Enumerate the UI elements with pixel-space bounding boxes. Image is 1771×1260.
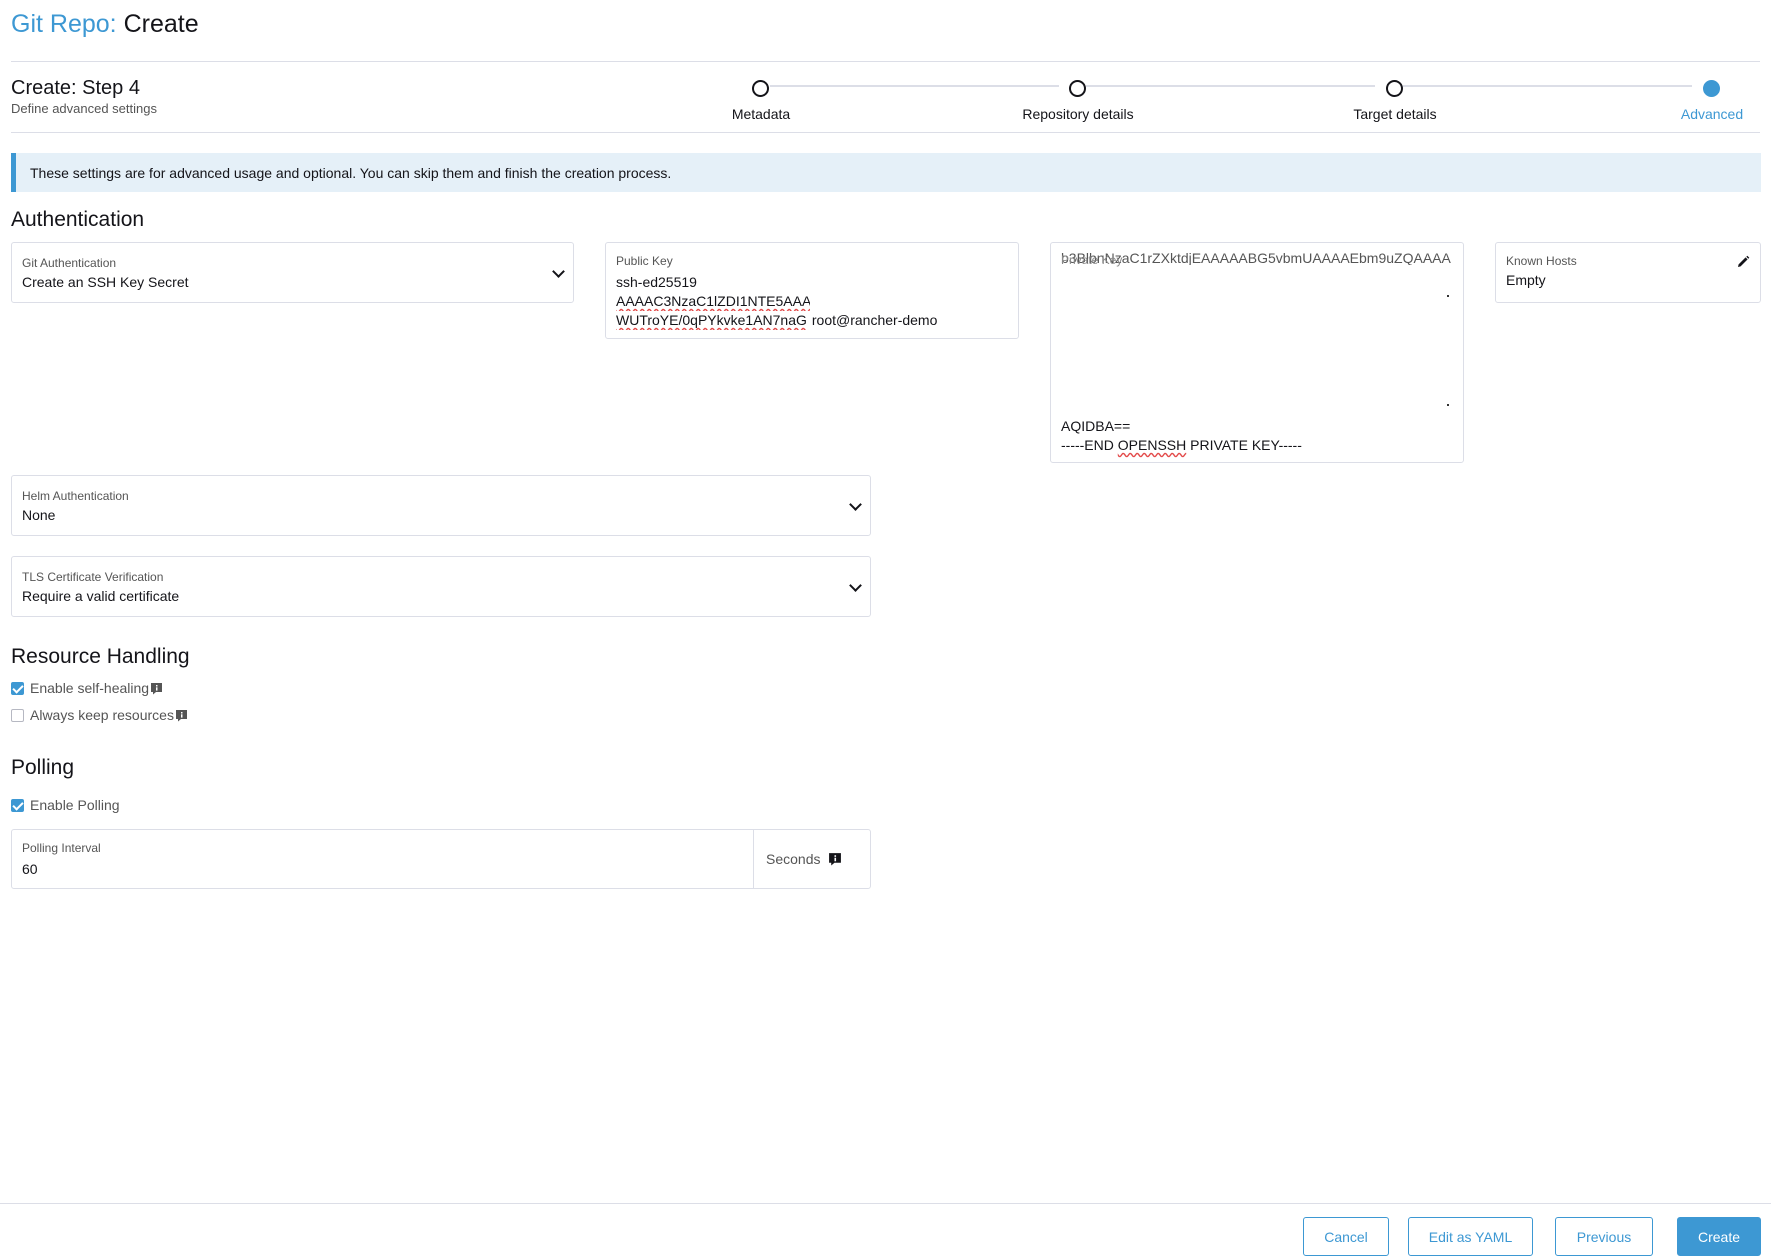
self-healing-checkbox[interactable] <box>11 681 24 695</box>
self-healing-checkbox-row[interactable]: Enable self-healing <box>11 680 163 696</box>
chevron-down-icon <box>849 498 862 511</box>
info-banner-text: These settings are for advanced usage an… <box>30 164 672 181</box>
header-divider <box>11 61 1760 62</box>
breadcrumb-git-repo[interactable]: Git Repo: <box>11 10 117 38</box>
public-key-text[interactable]: ssh-ed25519 AAAAC3NzaC1lZDI1NTE5AAA WUTr… <box>616 273 956 330</box>
tls-verification-label: TLS Certificate Verification <box>22 570 164 584</box>
git-authentication-select[interactable]: Git Authentication Create an SSH Key Sec… <box>11 242 574 303</box>
info-icon[interactable] <box>828 852 842 866</box>
section-title-authentication: Authentication <box>11 208 145 231</box>
stepper-line <box>1086 85 1375 87</box>
scroll-marker <box>1447 295 1449 297</box>
edit-as-yaml-button[interactable]: Edit as YAML <box>1408 1217 1533 1256</box>
chevron-down-icon <box>552 265 565 278</box>
private-key-line: PRIVATE KEY----- <box>1186 437 1302 453</box>
step-circle-metadata[interactable] <box>752 80 769 97</box>
public-key-label: Public Key <box>616 254 673 268</box>
step-label-target-details[interactable]: Target details <box>1353 106 1436 122</box>
footer-bar: Cancel Edit as YAML Previous Create <box>0 1203 1771 1260</box>
stepper-divider <box>11 132 1760 133</box>
polling-interval-field[interactable]: Polling Interval 60 Seconds <box>11 829 871 889</box>
step-label-metadata[interactable]: Metadata <box>732 106 790 122</box>
cancel-button[interactable]: Cancel <box>1303 1217 1389 1256</box>
private-key-end: AQIDBA== -----END OPENSSH PRIVATE KEY---… <box>1061 417 1302 455</box>
helm-authentication-select[interactable]: Helm Authentication None <box>11 475 871 536</box>
keep-resources-label[interactable]: Always keep resources <box>30 707 174 723</box>
helm-authentication-value: None <box>22 507 56 523</box>
scroll-marker <box>1447 404 1449 406</box>
polling-interval-value[interactable]: 60 <box>22 861 38 877</box>
polling-interval-unit: Seconds <box>753 830 870 888</box>
step-label-advanced[interactable]: Advanced <box>1681 106 1743 122</box>
private-key-field[interactable]: b3BlbnNzaC1rZXktdjEAAAAABG5vbmUAAAAEbm9u… <box>1050 242 1464 463</box>
page-title: Git Repo: Create <box>11 10 199 39</box>
step-circle-advanced[interactable] <box>1703 80 1720 97</box>
section-title-polling: Polling <box>11 756 75 779</box>
keep-resources-checkbox[interactable] <box>11 708 24 722</box>
tls-verification-select[interactable]: TLS Certificate Verification Require a v… <box>11 556 871 617</box>
polling-interval-unit-label: Seconds <box>766 851 821 867</box>
pencil-icon[interactable] <box>1736 255 1750 269</box>
polling-interval-label: Polling Interval <box>22 841 101 855</box>
tls-verification-value: Require a valid certificate <box>22 588 180 604</box>
enable-polling-checkbox-row[interactable]: Enable Polling <box>11 797 120 813</box>
info-banner: These settings are for advanced usage an… <box>11 153 1761 192</box>
step-circle-target-details[interactable] <box>1386 80 1403 97</box>
public-key-line: WUTroYE/0qPYkvke1AN7naG <box>616 312 807 328</box>
known-hosts-value: Empty <box>1506 272 1546 288</box>
step-circle-repository-details[interactable] <box>1069 80 1086 97</box>
public-key-line: AAAAC3NzaC1lZDI1NTE5AAA <box>616 293 810 309</box>
public-key-field[interactable]: Public Key ssh-ed25519 AAAAC3NzaC1lZDI1N… <box>605 242 1019 339</box>
step-label-repository-details[interactable]: Repository details <box>1022 106 1133 122</box>
helm-authentication-label: Helm Authentication <box>22 489 129 503</box>
info-icon[interactable] <box>150 682 163 695</box>
wizard-stepper: Metadata Repository details Target detai… <box>0 80 1771 125</box>
page-title-text: Create <box>123 10 199 38</box>
private-key-label: Private Key <box>1061 253 1123 267</box>
git-authentication-value: Create an SSH Key Secret <box>22 274 189 290</box>
enable-polling-label[interactable]: Enable Polling <box>30 797 120 813</box>
info-icon[interactable] <box>175 709 188 722</box>
stepper-line <box>770 85 1059 87</box>
enable-polling-checkbox[interactable] <box>11 798 24 812</box>
private-key-line: AQIDBA== <box>1061 418 1131 434</box>
public-key-line: root@rancher-demo <box>808 312 938 328</box>
section-title-resource-handling: Resource Handling <box>11 645 190 668</box>
known-hosts-label: Known Hosts <box>1506 254 1577 268</box>
self-healing-label[interactable]: Enable self-healing <box>30 680 149 696</box>
git-authentication-label: Git Authentication <box>22 256 117 270</box>
known-hosts-field[interactable]: Known Hosts Empty <box>1495 242 1761 303</box>
chevron-down-icon <box>849 579 862 592</box>
private-key-line: OPENSSH <box>1117 437 1187 453</box>
previous-button[interactable]: Previous <box>1555 1217 1653 1256</box>
stepper-line <box>1403 85 1692 87</box>
private-key-line: -----END <box>1061 437 1118 453</box>
keep-resources-checkbox-row[interactable]: Always keep resources <box>11 707 188 723</box>
create-button[interactable]: Create <box>1677 1217 1761 1256</box>
public-key-line: ssh-ed25519 <box>616 274 697 290</box>
